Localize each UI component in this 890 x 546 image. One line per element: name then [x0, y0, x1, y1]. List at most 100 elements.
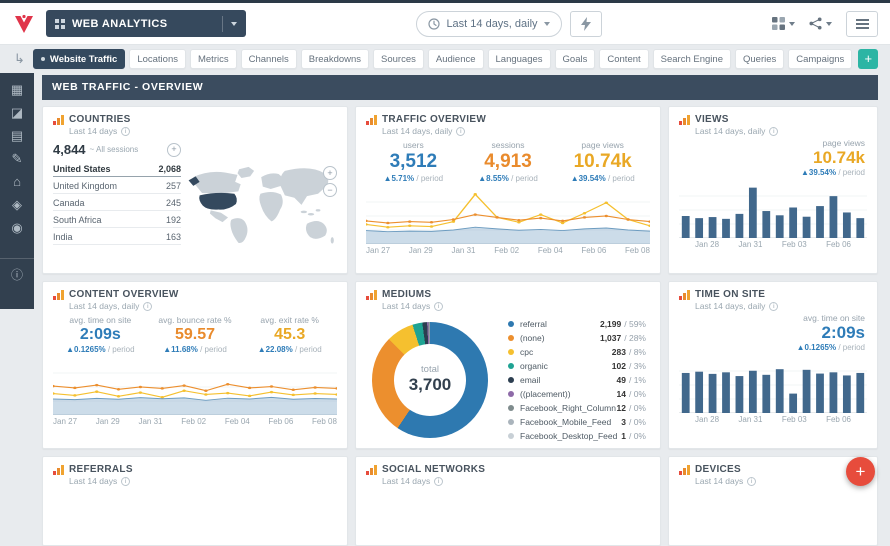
traffic-line-chart[interactable] [366, 188, 650, 244]
annotations-button[interactable] [569, 10, 602, 37]
panel-subtitle: Last 14 days, daily [695, 301, 766, 311]
tab-campaigns[interactable]: Campaigns [788, 49, 853, 69]
legend-item[interactable]: Facebook_Mobile_Feed 3/ 0% [508, 415, 646, 428]
tab-label: Content [607, 53, 641, 65]
legend-item[interactable]: Facebook_Right_Column 12/ 0% [508, 401, 646, 414]
chart-icon [53, 289, 65, 300]
tag-icon[interactable]: ◈ [12, 198, 22, 211]
metric-delta: ▲0.1265% [796, 343, 837, 352]
workspace-dropdown[interactable]: WEB ANALYTICS [46, 10, 246, 37]
x-axis-label: Jan 28 [695, 240, 720, 249]
tab-label: Website Traffic [49, 53, 118, 65]
panel-subtitle: Last 14 days [69, 126, 118, 136]
sessions-total: 4,844 [53, 142, 86, 157]
donut-total-value: 3,700 [408, 375, 452, 394]
metric-period: / period [511, 174, 538, 183]
time-on-site-bar-chart[interactable] [679, 357, 867, 413]
countries-list: 4,844 ~ All sessions + United States 2,0… [53, 142, 181, 270]
map-zoom-in-button[interactable]: + [323, 166, 337, 180]
country-row[interactable]: India 163 [53, 228, 181, 245]
info-icon[interactable] [121, 126, 131, 136]
user-icon[interactable]: ◉ [11, 221, 22, 234]
info-icon[interactable] [434, 476, 444, 486]
reports-icon[interactable]: ◪ [11, 106, 23, 119]
tab-website-traffic[interactable]: Website Traffic [32, 49, 126, 69]
content-line-chart[interactable] [53, 359, 337, 415]
tab-sources[interactable]: Sources [373, 49, 424, 69]
share-dropdown[interactable] [809, 17, 832, 30]
x-axis-label: Jan 28 [695, 415, 720, 424]
legend-value: 49 [616, 374, 626, 385]
info-icon[interactable]: ⓘ [0, 258, 34, 281]
country-row[interactable]: United States 2,068 [53, 160, 181, 177]
country-row[interactable]: United Kingdom 257 [53, 177, 181, 194]
legend-item[interactable]: cpc 283/ 8% [508, 345, 646, 358]
metric-period: / period [838, 343, 865, 352]
legend-item[interactable]: (none) 1,037/ 28% [508, 331, 646, 344]
info-icon[interactable] [434, 301, 444, 311]
metric-label: sessions [491, 140, 525, 150]
tab-languages[interactable]: Languages [487, 49, 551, 69]
country-row[interactable]: South Africa 192 [53, 211, 181, 228]
x-axis-labels: Jan 27 Jan 29 Jan 31 Feb 02 Feb 04 Feb 06 Feb … [53, 417, 337, 426]
map-zoom-out-button[interactable]: − [323, 183, 337, 197]
tab-label: Audience [435, 53, 476, 65]
add-widget-fab[interactable]: + [846, 457, 875, 486]
x-axis-label: Feb 06 [826, 240, 851, 249]
chevron-down-icon [826, 21, 832, 26]
legend-item[interactable]: referral 2,199/ 59% [508, 317, 646, 330]
traffic-overview-panel: TRAFFIC OVERVIEW Last 14 days, daily use… [355, 106, 661, 274]
tab-queries[interactable]: Queries [734, 49, 785, 69]
legend-item[interactable]: organic 102/ 3% [508, 359, 646, 372]
widgets-dropdown[interactable] [772, 17, 795, 30]
users-metric: users 3,512 ▲5.71% / period [366, 140, 461, 183]
metric-period: / period [200, 345, 227, 354]
tab-audience[interactable]: Audience [427, 49, 484, 69]
world-map[interactable]: + − [187, 142, 337, 270]
tab-goals[interactable]: Goals [554, 49, 596, 69]
legend-item[interactable]: email 49/ 1% [508, 373, 646, 386]
legend-item[interactable]: Facebook_Desktop_Feed 1/ 0% [508, 429, 646, 442]
views-bar-chart[interactable] [679, 182, 867, 238]
topbar-right-group [772, 10, 878, 37]
tab-breakdowns[interactable]: Breakdowns [300, 49, 370, 69]
edit-icon[interactable]: ✎ [12, 152, 23, 165]
legend-label: Facebook_Right_Column [520, 402, 616, 413]
add-segment-button[interactable]: + [167, 142, 181, 157]
dashboard-icon[interactable]: ▦ [11, 83, 23, 96]
clipboard-icon[interactable]: ▤ [11, 129, 23, 142]
tab-search-engine[interactable]: Search Engine [652, 49, 731, 69]
time-on-site-metric: avg. time on site 2:09s ▲0.1265% / perio… [53, 315, 148, 354]
tab-content[interactable]: Content [599, 49, 649, 69]
tab-metrics[interactable]: Metrics [189, 49, 237, 69]
date-range-dropdown[interactable]: Last 14 days, daily [416, 10, 562, 37]
legend-value: 12 [616, 402, 626, 413]
app-logo-icon[interactable] [12, 12, 36, 36]
x-axis-label: Feb 02 [181, 417, 207, 426]
add-tab-button[interactable]: + [858, 49, 879, 69]
info-icon[interactable] [121, 476, 131, 486]
info-icon[interactable] [769, 301, 779, 311]
country-sessions: 163 [165, 231, 181, 242]
tab-channels[interactable]: Channels [240, 49, 297, 69]
metric-value: 2:09s [821, 323, 865, 342]
country-sessions: 2,068 [158, 163, 181, 174]
legend-dot [508, 362, 514, 369]
metric-period: / period [107, 345, 135, 354]
legend-item[interactable]: ((placement)) 14/ 0% [508, 387, 646, 400]
x-axis-label: Feb 08 [312, 417, 337, 426]
x-axis-labels: Jan 27 Jan 29 Jan 31 Feb 02 Feb 04 Feb 06 Feb … [366, 246, 650, 255]
country-row[interactable]: Canada 245 [53, 194, 181, 211]
info-icon[interactable] [456, 126, 466, 136]
menu-button[interactable] [846, 10, 878, 37]
bank-icon[interactable]: ⌂ [13, 175, 21, 188]
legend-value: 3 [621, 416, 626, 427]
tab-locations[interactable]: Locations [129, 49, 186, 69]
workspace-label: WEB ANALYTICS [72, 17, 168, 30]
legend-label: Facebook_Mobile_Feed [520, 416, 612, 427]
metric-delta: ▲39.54% [801, 168, 837, 177]
mediums-donut-chart[interactable]: total 3,700 [372, 321, 488, 438]
info-icon[interactable] [769, 126, 779, 136]
info-icon[interactable] [747, 476, 757, 486]
info-icon[interactable] [143, 301, 153, 311]
